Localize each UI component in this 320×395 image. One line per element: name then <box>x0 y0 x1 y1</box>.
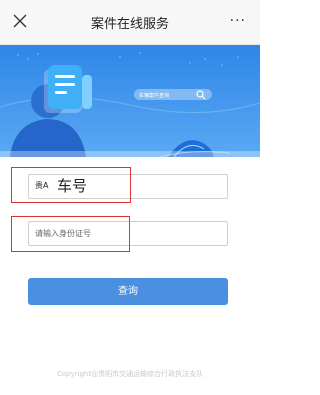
plate-number-field[interactable]: 贵A 车号 <box>28 174 228 199</box>
banner-search-placeholder: 车辆案件查询 <box>139 92 169 99</box>
plate-number-value: 车号 <box>57 177 88 195</box>
page: 案件在线服务 ··· 车辆案件查询 贵A 车号 请输入身份证号 查询 Copyr… <box>0 0 260 395</box>
id-number-field-wrapper <box>28 221 228 246</box>
top-nav-bar: 案件在线服务 ··· <box>0 0 260 45</box>
plate-prefix: 贵A <box>35 181 49 190</box>
copyright-text: Copyright@贵阳市交通运输综合行政执法支队 <box>56 370 204 378</box>
banner-illustration: 车辆案件查询 <box>0 45 260 157</box>
query-button[interactable]: 查询 <box>28 278 228 305</box>
page-title: 案件在线服务 <box>90 17 169 32</box>
more-options-icon[interactable]: ··· <box>230 12 246 30</box>
id-number-input[interactable] <box>29 222 227 245</box>
close-icon[interactable] <box>11 12 29 30</box>
hero-banner: 车辆案件查询 <box>0 45 260 157</box>
